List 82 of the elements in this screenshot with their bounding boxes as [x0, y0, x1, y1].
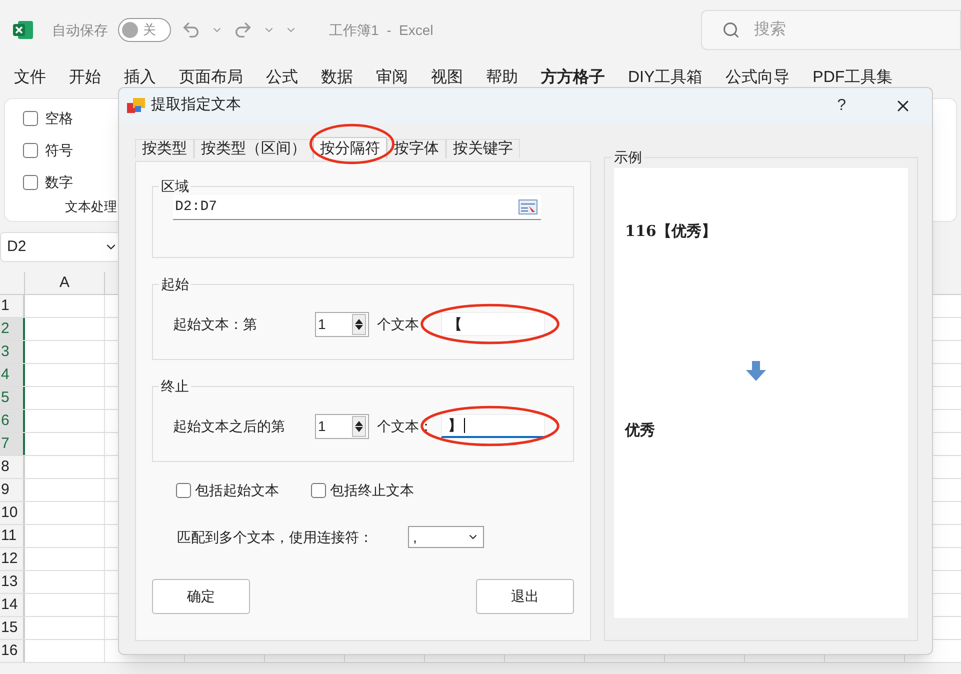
spin-field[interactable]: 1 — [315, 312, 369, 336]
autosave-label: 自动保存 — [52, 20, 108, 40]
group-label: 示例 — [613, 148, 643, 167]
field-label: 起始文本之后的第 — [173, 416, 286, 436]
redo-icon[interactable] — [233, 20, 253, 40]
row-header[interactable]: 2 — [0, 318, 25, 340]
row-header[interactable]: 11 — [0, 525, 25, 547]
checkbox-label: 空格 — [45, 109, 73, 128]
ribbon-tab[interactable]: PDF工具集 — [812, 66, 893, 90]
autosave-toggle[interactable]: 关 — [118, 18, 171, 42]
row-header[interactable]: 14 — [0, 594, 25, 616]
ribbon-tab[interactable]: 视图 — [431, 66, 463, 90]
ribbon-tab[interactable]: 开始 — [69, 66, 101, 90]
delimiter-field[interactable]: 】 — [441, 414, 545, 438]
group-label: 终止 — [160, 377, 190, 396]
checkbox[interactable] — [311, 483, 326, 498]
excel-logo-icon — [12, 20, 34, 40]
spin-arrows-icon[interactable] — [352, 314, 366, 334]
ribbon-tab[interactable]: 公式 — [266, 66, 298, 90]
column-header[interactable]: A — [25, 272, 105, 294]
dialog-button[interactable]: 确定 — [152, 579, 250, 614]
row-header[interactable]: 10 — [0, 502, 25, 524]
row-header[interactable]: 6 — [0, 410, 25, 432]
example-source-text: 116【优秀】 — [625, 221, 716, 242]
ribbon-tab[interactable]: 审阅 — [376, 66, 408, 90]
ribbon-tab[interactable]: 页面布局 — [179, 66, 243, 90]
checkbox[interactable] — [23, 111, 38, 126]
ribbon-tab[interactable]: 文件 — [14, 66, 46, 90]
range-field[interactable]: D2:D7 — [173, 195, 541, 220]
range-select-icon[interactable] — [518, 199, 538, 215]
help-button[interactable]: ? — [837, 94, 846, 118]
checkbox[interactable] — [176, 483, 191, 498]
dialog-tab[interactable]: 按分隔符 — [313, 137, 387, 159]
count-value: 1 — [318, 314, 327, 334]
row-header[interactable]: 1 — [0, 295, 25, 317]
dialog-title: 提取指定文本 — [151, 95, 241, 116]
row-header[interactable]: 12 — [0, 548, 25, 570]
field-label: 起始文本：第 — [173, 314, 258, 334]
checkbox[interactable] — [23, 175, 38, 190]
row-header[interactable]: 3 — [0, 341, 25, 363]
unit-label: 个文本 — [377, 314, 420, 334]
spin-arrows-icon[interactable] — [352, 416, 366, 436]
ribbon-tab[interactable]: DIY工具箱 — [628, 66, 703, 90]
search-icon — [722, 21, 740, 39]
row-header[interactable]: 4 — [0, 364, 25, 386]
checkbox[interactable] — [23, 143, 38, 158]
ribbon-tab[interactable]: 帮助 — [486, 66, 518, 90]
ribbon-tab[interactable]: 插入 — [124, 66, 156, 90]
group-label: 区域 — [160, 177, 190, 196]
row-header[interactable]: 8 — [0, 456, 25, 478]
dialog-tab[interactable]: 按类型 — [135, 139, 194, 158]
row-header[interactable]: 5 — [0, 387, 25, 409]
app-icon — [127, 98, 145, 114]
checkbox-label: 数字 — [45, 173, 73, 192]
ribbon-tab[interactable]: 数据 — [321, 66, 353, 90]
row-header[interactable]: 16 — [0, 640, 25, 662]
delimiter-field[interactable]: 【 — [441, 312, 545, 336]
row-header[interactable]: 9 — [0, 479, 25, 501]
dialog-tab[interactable]: 按字体 — [387, 139, 446, 158]
joiner-dropdown[interactable]: , — [408, 526, 484, 548]
group-label: 起始 — [160, 275, 190, 294]
spin-field[interactable]: 1 — [315, 414, 369, 438]
ribbon-tab[interactable]: 公式向导 — [726, 66, 790, 90]
count-value: 1 — [318, 416, 327, 436]
window-title: 工作簿1 - Excel — [329, 20, 434, 40]
ribbon-tab[interactable]: 方方格子 — [541, 66, 605, 90]
down-arrow-icon — [746, 360, 766, 380]
example-result-text: 优秀 — [625, 420, 655, 440]
row-header[interactable]: 15 — [0, 617, 25, 639]
search-placeholder: 搜索 — [754, 20, 786, 40]
undo-icon[interactable] — [181, 20, 201, 40]
unit-label: 个文本： — [377, 416, 434, 436]
row-header[interactable]: 7 — [0, 433, 25, 455]
checkbox-label: 包括终止文本 — [330, 481, 414, 500]
group-label: 文本处理 — [65, 198, 117, 216]
checkbox-label: 符号 — [45, 141, 73, 160]
dialog-tab[interactable]: 按关键字 — [446, 139, 520, 158]
row-header[interactable]: 13 — [0, 571, 25, 593]
dialog-tab[interactable]: 按类型（区间） — [194, 139, 313, 158]
checkbox-label: 包括起始文本 — [195, 481, 279, 500]
joiner-label: 匹配到多个文本，使用连接符： — [177, 528, 374, 546]
dialog-button[interactable]: 退出 — [476, 579, 574, 614]
